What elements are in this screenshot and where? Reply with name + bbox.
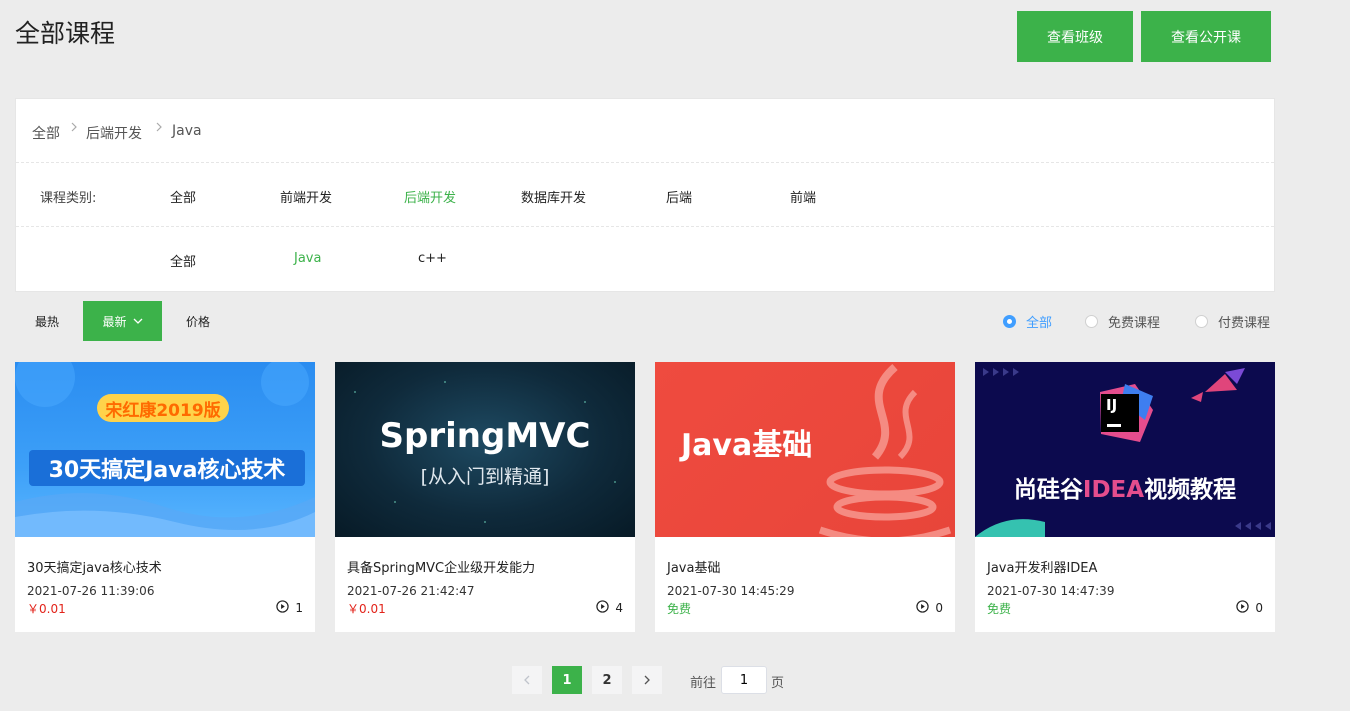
breadcrumb-item-all[interactable]: 全部 [32,123,60,143]
play-count-value: 1 [295,601,303,615]
play-icon [276,600,290,616]
category-row-level2: 全部 Java c++ [16,227,1274,291]
view-open-course-button[interactable]: 查看公开课 [1141,11,1271,62]
category-backend-dev[interactable]: 后端开发 [404,187,456,206]
category-frontend-dev[interactable]: 前端开发 [280,187,332,206]
play-count-value: 0 [1255,601,1263,615]
course-cover-image: IJ 尚硅谷IDEA视频教程 [975,362,1275,537]
play-count: 0 [916,600,943,616]
radio-checked-icon [1003,315,1016,328]
chevron-right-icon [644,675,650,685]
page-1-button[interactable]: 1 [552,666,582,694]
course-card[interactable]: 宋红康2019版 30天搞定Java核心技术 30天搞定java核心技术 202… [15,362,315,632]
view-class-button[interactable]: 查看班级 [1017,11,1133,62]
course-price: 免费 [667,602,692,616]
goto-prefix: 前往 [690,676,717,691]
intellij-logo: IJ [1106,396,1118,414]
radio-paid[interactable]: 付费课程 [1195,312,1270,331]
prev-page-button[interactable] [512,666,542,694]
sort-newest-label: 最新 [102,314,127,329]
course-price: 免费 [987,602,1012,616]
next-page-button[interactable] [632,666,662,694]
page-title: 全部课程 [15,19,116,48]
subcategory-all[interactable]: 全部 [170,251,196,270]
category-label: 课程类别: [40,191,97,206]
radio-icon [1195,315,1208,328]
cover-title-part-a: 尚硅谷 [1013,477,1083,503]
cover-decoration [975,368,1271,537]
play-count: 4 [596,600,623,616]
play-count: 0 [1236,600,1263,616]
cover-title: 30天搞定Java核心技术 [29,450,305,486]
course-date: 2021-07-30 14:45:29 [667,584,795,598]
play-count-value: 0 [935,601,943,615]
chevron-right-icon [69,121,79,137]
course-cover-image: SpringMVC [从入门到精通] [335,362,635,537]
sort-newest-button[interactable]: 最新 [83,301,162,341]
course-cover-image: 宋红康2019版 30天搞定Java核心技术 [15,362,315,537]
course-title[interactable]: 具备SpringMVC企业级开发能力 [347,557,535,576]
cover-subtitle: [从入门到精通] [420,466,550,488]
play-icon [596,600,610,616]
course-card[interactable]: SpringMVC [从入门到精通] 具备SpringMVC企业级开发能力 20… [335,362,635,632]
course-card[interactable]: IJ 尚硅谷IDEA视频教程 Java开发利器IDEA 2021-07-30 1… [975,362,1275,632]
play-icon [916,600,930,616]
category-row-level1: 课程类别: 全部 前端开发 后端开发 数据库开发 后端 前端 [16,163,1274,227]
sort-hot[interactable]: 最热 [35,313,59,330]
breadcrumb: 全部 后端开发 Java [16,99,1274,163]
category-database-dev[interactable]: 数据库开发 [521,187,586,206]
course-title[interactable]: 30天搞定java核心技术 [27,557,162,576]
course-date: 2021-07-26 21:42:47 [347,584,475,598]
radio-free[interactable]: 免费课程 [1085,312,1160,331]
course-price: ￥0.01 [347,602,386,616]
cover-badge: 宋红康2019版 [97,394,229,422]
cover-title-part-c: 视频教程 [1144,477,1237,503]
sort-price[interactable]: 价格 [186,313,210,330]
chevron-down-icon [133,314,143,328]
radio-all[interactable]: 全部 [1003,312,1052,331]
course-title[interactable]: Java开发利器IDEA [987,557,1097,576]
chevron-left-icon [524,675,530,685]
course-cover-image: Java基础 [655,362,955,537]
filter-panel: 全部 后端开发 Java 课程类别: 全部 前端开发 后端开发 数据库开发 后端… [15,98,1275,292]
subcategory-java[interactable]: Java [294,251,321,266]
breadcrumb-item-java: Java [172,123,202,139]
category-backend[interactable]: 后端 [666,187,692,206]
cover-title: SpringMVC [379,416,591,456]
radio-paid-label: 付费课程 [1218,316,1271,331]
radio-all-label: 全部 [1026,316,1053,331]
goto-suffix: 页 [771,676,785,691]
cover-title-part-b: IDEA [1082,477,1145,503]
category-frontend[interactable]: 前端 [790,187,816,206]
play-count-value: 4 [615,601,623,615]
play-count: 1 [276,600,303,616]
cover-title: Java基础 [681,428,813,463]
radio-icon [1085,315,1098,328]
course-price: ￥0.01 [27,602,66,616]
chevron-right-icon [154,121,164,137]
category-all[interactable]: 全部 [170,187,196,206]
breadcrumb-item-backend[interactable]: 后端开发 [86,123,142,143]
course-date: 2021-07-30 14:47:39 [987,584,1115,598]
course-date: 2021-07-26 11:39:06 [27,584,155,598]
course-card[interactable]: Java基础 Java基础 2021-07-30 14:45:29 免费 0 [655,362,955,632]
subcategory-cpp[interactable]: c++ [418,251,447,266]
goto-page-input[interactable] [721,666,767,694]
cover-title: 尚硅谷IDEA视频教程 [975,470,1275,504]
play-icon [1236,600,1250,616]
course-title[interactable]: Java基础 [667,557,720,576]
page-2-button[interactable]: 2 [592,666,622,694]
radio-free-label: 免费课程 [1108,316,1161,331]
